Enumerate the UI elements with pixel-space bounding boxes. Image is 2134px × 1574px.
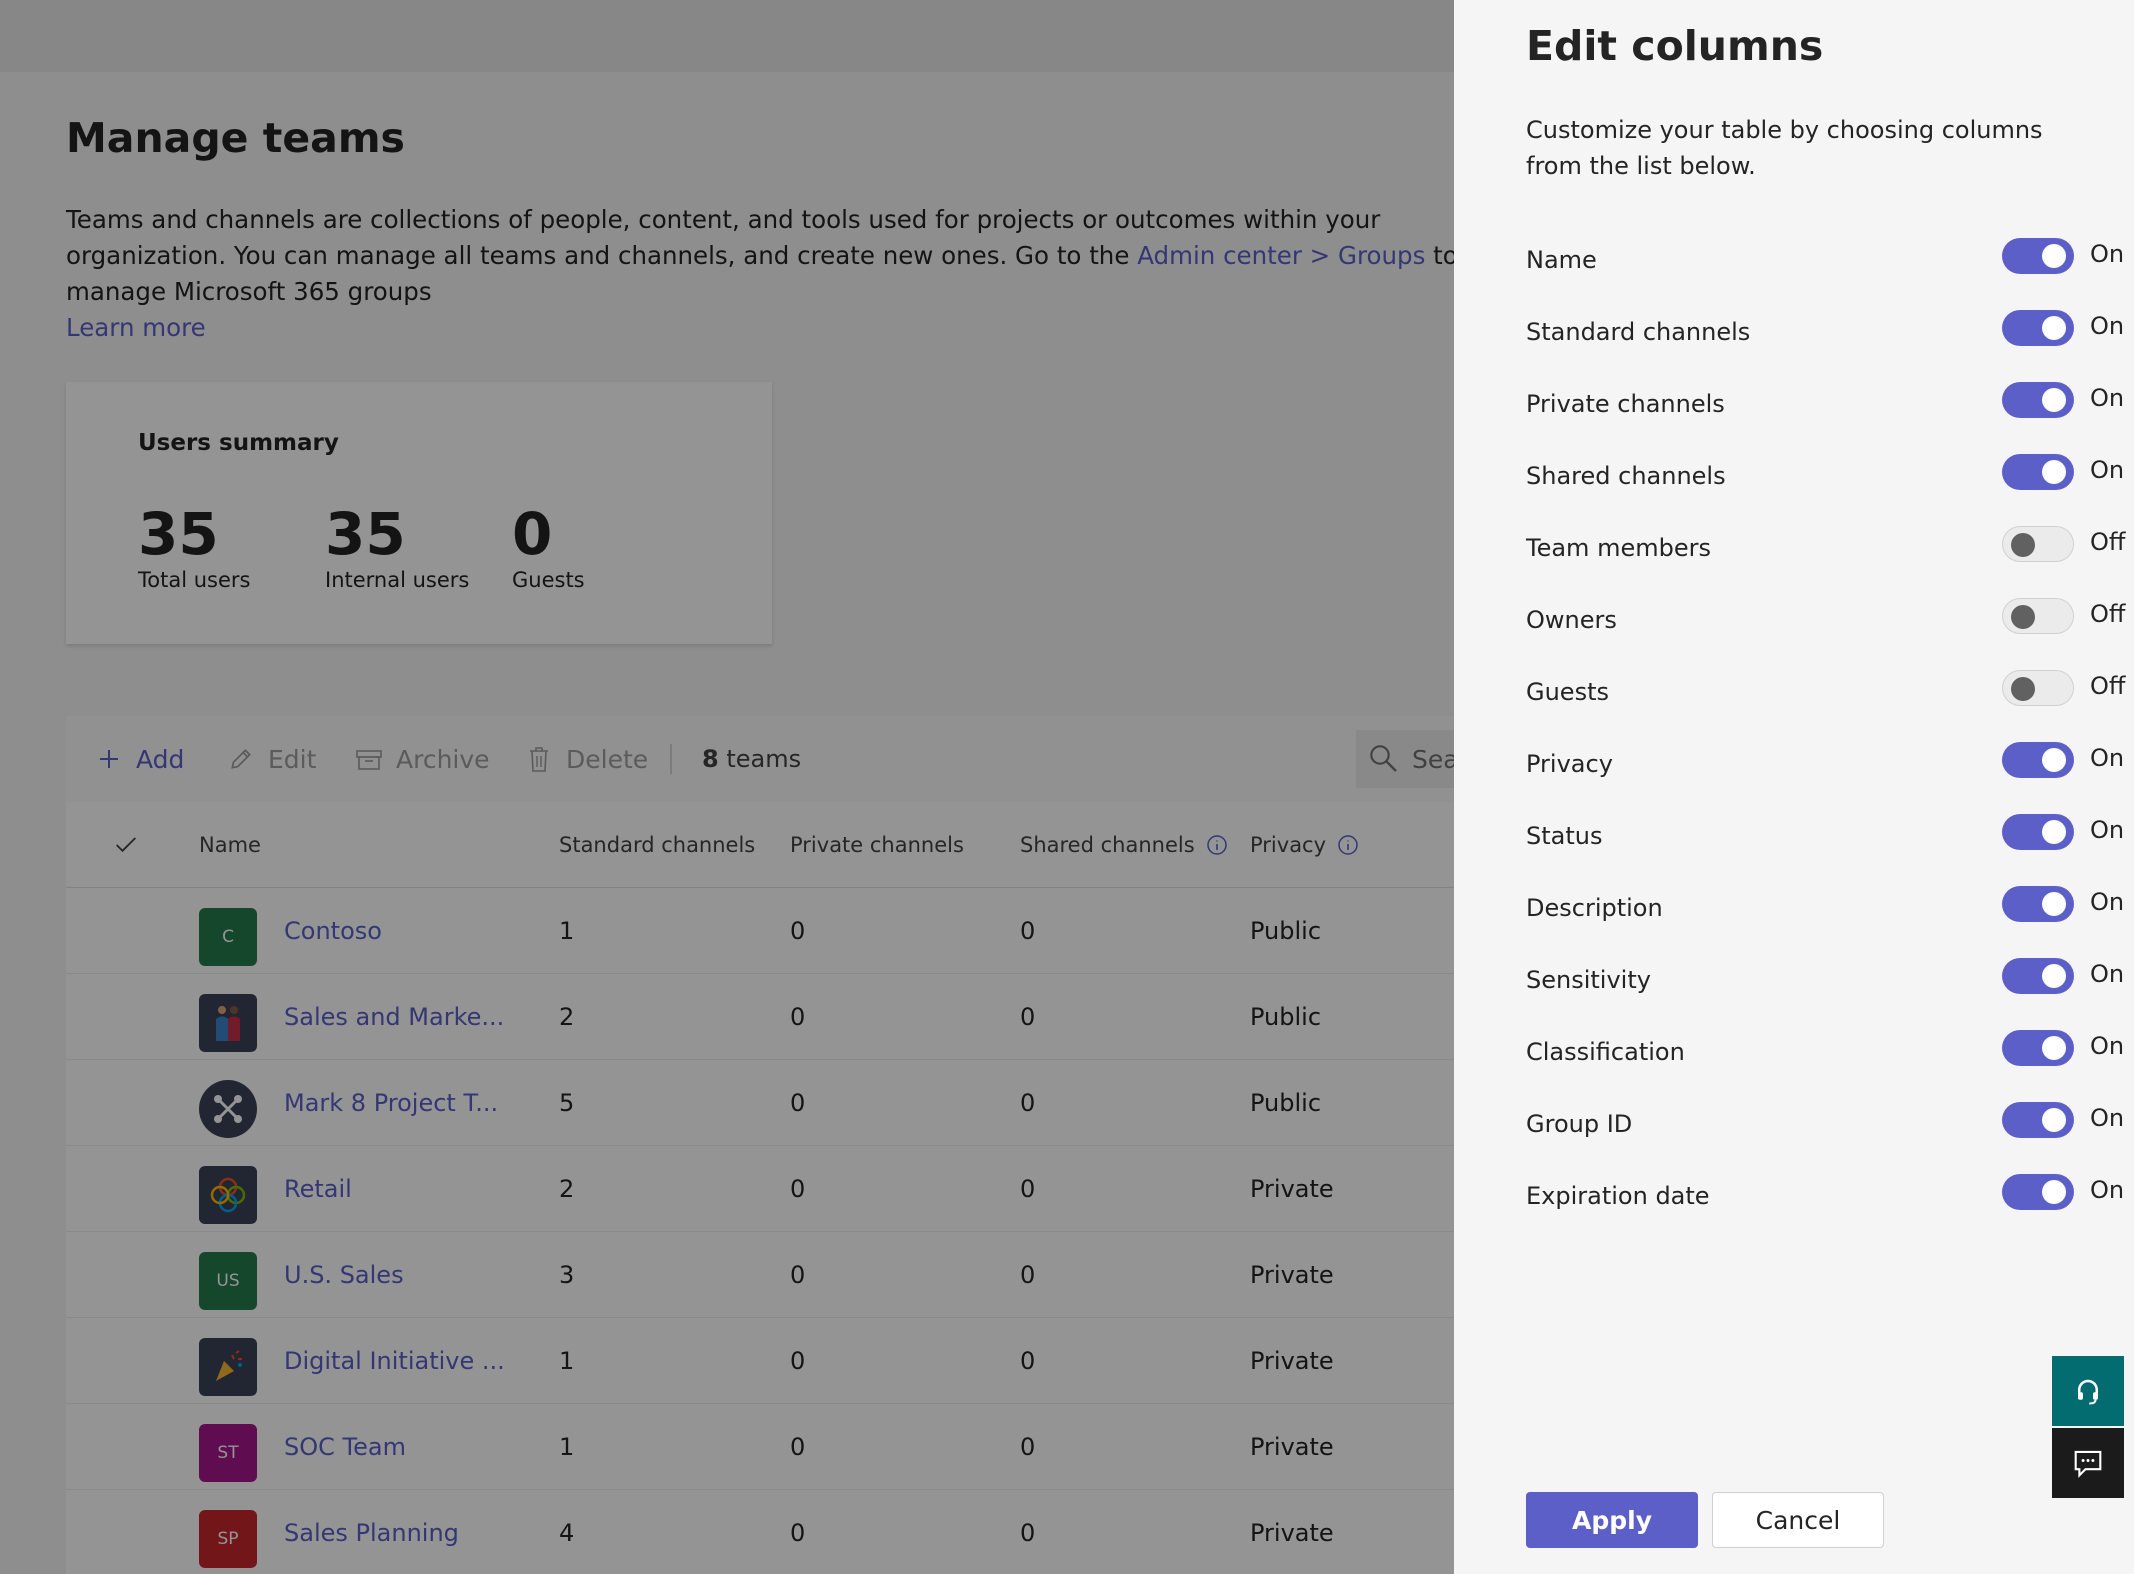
toggle-state-label: On [2090, 1104, 2125, 1132]
toggle-knob [2042, 748, 2066, 772]
toggle-state-label: On [2090, 1176, 2125, 1204]
toggle-state-label: On [2090, 888, 2125, 916]
toggle-knob [2042, 1180, 2066, 1204]
headset-icon [2073, 1376, 2103, 1406]
column-label: Name [1526, 246, 1597, 274]
toggle-knob [2042, 1108, 2066, 1132]
toggle-knob [2042, 964, 2066, 988]
modal-overlay[interactable] [0, 0, 1454, 1574]
column-toggle-shared-channels[interactable] [2002, 454, 2074, 490]
toggle-knob [2011, 605, 2035, 629]
column-label: Team members [1526, 534, 1711, 562]
toggle-knob [2042, 244, 2066, 268]
column-toggle-group-id[interactable] [2002, 1102, 2074, 1138]
column-option-sensitivity: Sensitivity On [1526, 946, 2124, 1018]
cancel-button[interactable]: Cancel [1712, 1492, 1884, 1548]
column-toggle-expiration-date[interactable] [2002, 1174, 2074, 1210]
column-label: Status [1526, 822, 1603, 850]
column-option-group-id: Group ID On [1526, 1090, 2124, 1162]
column-option-private-channels: Private channels On [1526, 370, 2124, 442]
toggle-state-label: Off [2090, 528, 2126, 556]
toggle-state-label: On [2090, 816, 2125, 844]
toggle-state-label: Off [2090, 600, 2126, 628]
column-toggle-name[interactable] [2002, 238, 2074, 274]
toggle-knob [2011, 677, 2035, 701]
column-toggle-classification[interactable] [2002, 1030, 2074, 1066]
column-option-shared-channels: Shared channels On [1526, 442, 2124, 514]
toggle-state-label: On [2090, 1032, 2125, 1060]
column-label: Group ID [1526, 1110, 1633, 1138]
toggle-state-label: Off [2090, 672, 2126, 700]
apply-button[interactable]: Apply [1526, 1492, 1698, 1548]
panel-title: Edit columns [1526, 22, 1824, 70]
toggle-state-label: On [2090, 384, 2125, 412]
toggle-knob [2042, 1036, 2066, 1060]
column-option-guests: Guests Off [1526, 658, 2125, 730]
toggle-knob [2042, 820, 2066, 844]
column-option-owners: Owners Off [1526, 586, 2125, 658]
column-option-expiration-date: Expiration date On [1526, 1162, 2124, 1234]
column-toggle-status[interactable] [2002, 814, 2074, 850]
column-toggle-owners[interactable] [2002, 598, 2074, 634]
toggle-knob [2011, 533, 2035, 557]
column-label: Standard channels [1526, 318, 1751, 346]
column-label: Private channels [1526, 390, 1725, 418]
column-toggle-privacy[interactable] [2002, 742, 2074, 778]
help-button[interactable] [2052, 1356, 2124, 1426]
column-option-privacy: Privacy On [1526, 730, 2124, 802]
panel-description: Customize your table by choosing columns… [1526, 116, 2043, 180]
column-option-classification: Classification On [1526, 1018, 2124, 1090]
column-option-team-members: Team members Off [1526, 514, 2125, 586]
column-label: Guests [1526, 678, 1609, 706]
column-label: Description [1526, 894, 1663, 922]
toggle-knob [2042, 892, 2066, 916]
column-label: Shared channels [1526, 462, 1726, 490]
column-option-name: Name On [1526, 226, 2124, 298]
column-toggle-guests[interactable] [2002, 670, 2074, 706]
toggle-state-label: On [2090, 312, 2125, 340]
column-label: Classification [1526, 1038, 1685, 1066]
toggle-state-label: On [2090, 960, 2125, 988]
column-label: Expiration date [1526, 1182, 1710, 1210]
feedback-button[interactable] [2052, 1428, 2124, 1498]
toggle-knob [2042, 460, 2066, 484]
column-label: Owners [1526, 606, 1617, 634]
toggle-knob [2042, 316, 2066, 340]
column-toggle-private-channels[interactable] [2002, 382, 2074, 418]
column-toggle-team-members[interactable] [2002, 526, 2074, 562]
column-label: Privacy [1526, 750, 1613, 778]
column-toggle-standard-channels[interactable] [2002, 310, 2074, 346]
toggle-state-label: On [2090, 456, 2125, 484]
toggle-state-label: On [2090, 240, 2125, 268]
column-option-standard-channels: Standard channels On [1526, 298, 2124, 370]
column-label: Sensitivity [1526, 966, 1651, 994]
column-option-status: Status On [1526, 802, 2124, 874]
feedback-icon [2072, 1448, 2104, 1478]
column-toggle-sensitivity[interactable] [2002, 958, 2074, 994]
edit-columns-panel: Edit columns Customize your table by cho… [1454, 0, 2134, 1574]
column-option-description: Description On [1526, 874, 2124, 946]
column-toggle-description[interactable] [2002, 886, 2074, 922]
toggle-state-label: On [2090, 744, 2125, 772]
toggle-knob [2042, 388, 2066, 412]
